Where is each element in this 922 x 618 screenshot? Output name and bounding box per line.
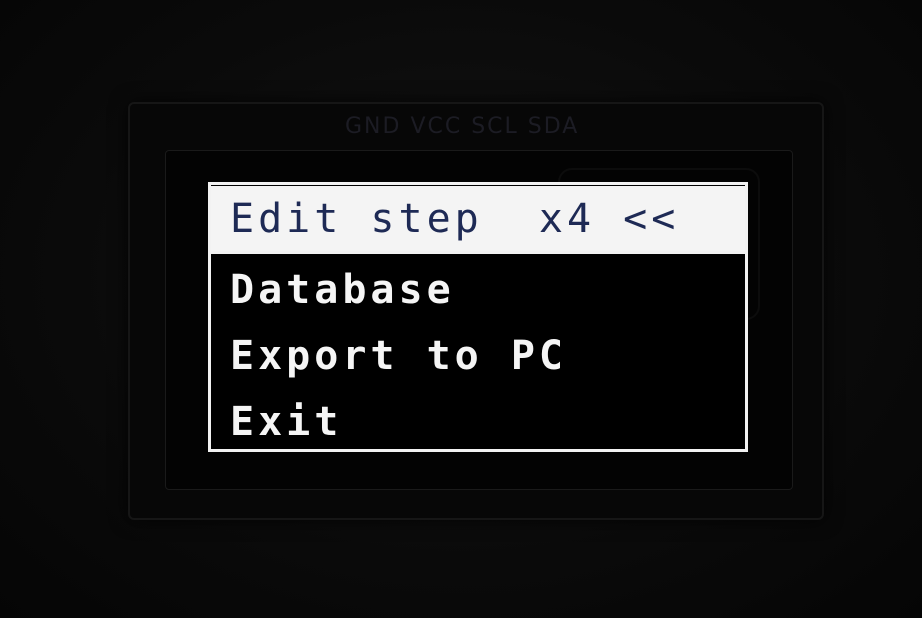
pcb-pin-label: GND VCC SCL SDA	[345, 114, 580, 139]
menu-item-export-to-pc[interactable]: Export to PC	[211, 323, 745, 389]
device-enclosure: GND VCC SCL SDA Edit step x4 << Database…	[0, 0, 922, 618]
menu-item-database[interactable]: Database	[211, 257, 745, 323]
oled-menu-screen: Edit step x4 << Database Export to PC Ex…	[208, 182, 748, 452]
selection-divider	[211, 251, 745, 254]
menu-item-exit[interactable]: Exit	[211, 389, 745, 455]
menu-item-edit-step[interactable]: Edit step x4 <<	[211, 186, 745, 252]
